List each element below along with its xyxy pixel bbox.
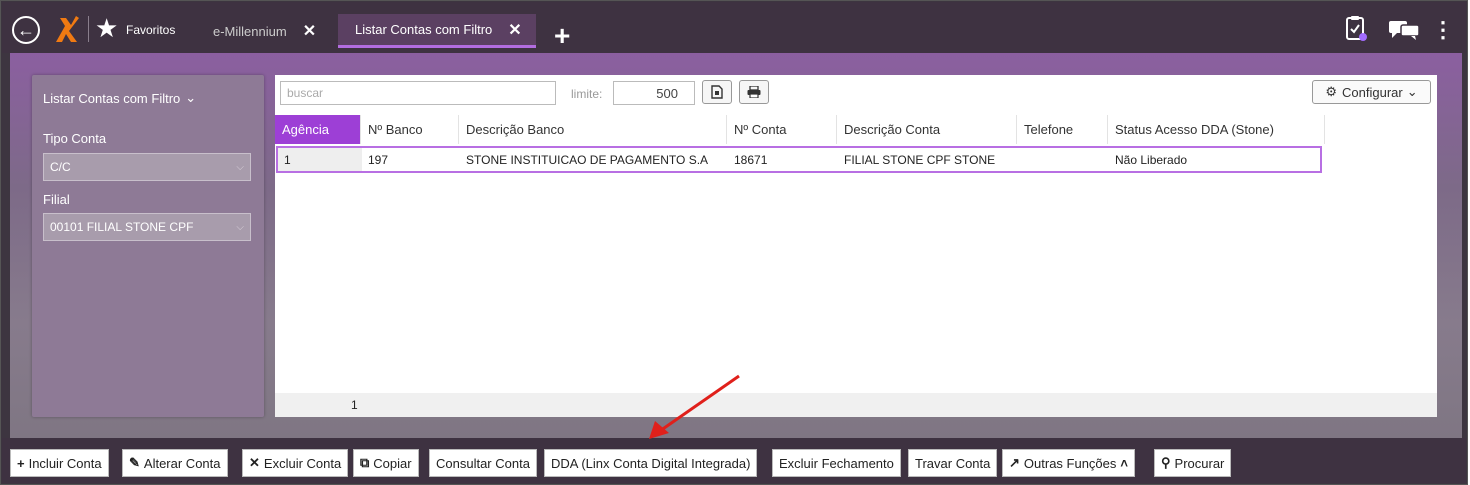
incluir-conta-button[interactable]: + Incluir Conta (10, 449, 109, 477)
button-label: Outras Funções (1023, 455, 1117, 471)
button-label: Procurar (1174, 455, 1225, 471)
top-bar: ← ★ Favoritos e-Millennium ✕ Listar Cont… (2, 2, 1466, 53)
tab-e-millennium[interactable]: e-Millennium ✕ (213, 14, 316, 48)
record-count: 1 (351, 398, 358, 412)
filter-title-text: Listar Contas com Filtro (43, 90, 181, 106)
app-window: ← ★ Favoritos e-Millennium ✕ Listar Cont… (0, 0, 1468, 485)
column-header[interactable]: Status Acesso DDA (Stone) (1108, 115, 1325, 144)
limit-input[interactable]: 500 (613, 81, 695, 105)
cell-descricao-banco: STONE INSTITUICAO DE PAGAMENTO S.A (466, 152, 709, 167)
search-input[interactable]: buscar (280, 81, 556, 105)
filter-title[interactable]: Listar Contas com Filtro ⌄ (43, 90, 196, 106)
table-footer: 1 (275, 393, 1437, 417)
button-label: Consultar Conta (436, 455, 530, 471)
cell-agencia: 1 (278, 148, 362, 171)
button-label: Excluir Conta (263, 455, 342, 471)
export-button[interactable] (702, 80, 732, 104)
consultar-conta-button[interactable]: Consultar Conta (429, 449, 537, 477)
button-label: Copiar (373, 455, 412, 471)
filter-panel: Listar Contas com Filtro ⌄ Tipo Conta C/… (32, 75, 264, 417)
filial-value: 00101 FILIAL STONE CPF (50, 220, 194, 234)
cell-banco: 197 (368, 152, 389, 167)
clipboard-icon[interactable] (1345, 15, 1367, 41)
travar-conta-button[interactable]: Travar Conta (908, 449, 998, 477)
outras-funcoes-button[interactable]: ↗ Outras Funções ˄ (1002, 449, 1135, 477)
external-link-icon: ↗ (1009, 455, 1020, 470)
table-row[interactable]: 1 197 STONE INSTITUICAO DE PAGAMENTO S.A… (276, 146, 1322, 173)
chevron-down-icon: ⌄ (185, 90, 197, 105)
configure-button[interactable]: ⚙ Configurar ⌄ (1312, 80, 1431, 104)
document-icon (711, 85, 723, 99)
excluir-fechamento-button[interactable]: Excluir Fechamento (772, 449, 901, 477)
button-label: Excluir Fechamento (779, 455, 894, 471)
cell-status: Não Liberado (1115, 152, 1188, 167)
tipo-conta-select[interactable]: C/C ⌵ (43, 153, 251, 181)
filial-label: Filial (43, 192, 70, 207)
close-icon: ✕ (249, 455, 260, 470)
tab-label: e-Millennium (213, 23, 287, 39)
column-header[interactable]: Nº Conta (727, 115, 837, 144)
column-header[interactable]: Descrição Conta (837, 115, 1017, 144)
annotation-arrow (649, 374, 740, 439)
tipo-conta-value: C/C (50, 160, 71, 174)
close-icon[interactable]: ✕ (303, 21, 316, 41)
copiar-button[interactable]: ⧉ Copiar (353, 449, 419, 477)
add-tab-icon[interactable]: + (554, 20, 570, 52)
chevron-down-icon: ⌵ (236, 161, 244, 173)
table-header: Agência Nº Banco Descrição Banco Nº Cont… (275, 115, 1325, 144)
gear-icon: ⚙ (1325, 84, 1338, 99)
chevron-down-icon: ⌄ (1406, 84, 1418, 99)
star-icon[interactable]: ★ (95, 13, 118, 44)
limit-label: limite: (571, 87, 603, 101)
chat-icon[interactable] (1388, 20, 1420, 40)
button-label: Alterar Conta (143, 455, 221, 471)
print-button[interactable] (739, 80, 769, 104)
search-icon: ⚲ (1161, 455, 1171, 470)
column-header[interactable]: Descrição Banco (459, 115, 727, 144)
cell-conta: 18671 (734, 152, 768, 167)
chevron-down-icon: ⌵ (236, 221, 244, 233)
column-header[interactable]: Agência (275, 115, 361, 144)
configure-label: Configurar (1342, 84, 1403, 100)
button-label: Incluir Conta (28, 455, 102, 471)
edit-icon: ✎ (129, 455, 140, 470)
tab-listar-contas[interactable]: Listar Contas com Filtro ✕ (338, 14, 536, 48)
excluir-conta-button[interactable]: ✕ Excluir Conta (242, 449, 349, 477)
procurar-button[interactable]: ⚲ Procurar (1154, 449, 1232, 477)
more-vertical-icon[interactable]: ⋮ (1432, 17, 1454, 43)
button-label: DDA (Linx Conta Digital Integrada) (551, 455, 751, 471)
search-placeholder: buscar (287, 86, 324, 100)
close-icon[interactable]: ✕ (508, 20, 521, 40)
divider (88, 16, 89, 42)
cell-descricao-conta: FILIAL STONE CPF STONE (844, 152, 996, 167)
chevron-up-icon: ˄ (1120, 455, 1128, 471)
alterar-conta-button[interactable]: ✎ Alterar Conta (122, 449, 228, 477)
button-label: Travar Conta (915, 455, 991, 471)
plus-icon: + (17, 455, 25, 471)
back-icon[interactable]: ← (12, 16, 40, 44)
filial-select[interactable]: 00101 FILIAL STONE CPF ⌵ (43, 213, 251, 241)
app-logo-icon[interactable] (52, 14, 82, 44)
dda-button[interactable]: DDA (Linx Conta Digital Integrada) (544, 449, 758, 477)
cell-telefone (1018, 148, 1109, 171)
tab-label: Listar Contas com Filtro (355, 22, 493, 37)
column-header[interactable]: Telefone (1017, 115, 1108, 144)
print-icon (747, 86, 761, 98)
column-header[interactable]: Nº Banco (361, 115, 459, 144)
copy-icon: ⧉ (360, 455, 370, 470)
results-panel: buscar limite: 500 ⚙ Configurar ⌄ Agênci… (275, 75, 1437, 417)
tipo-conta-label: Tipo Conta (43, 131, 107, 146)
favorites-label[interactable]: Favoritos (126, 23, 175, 37)
